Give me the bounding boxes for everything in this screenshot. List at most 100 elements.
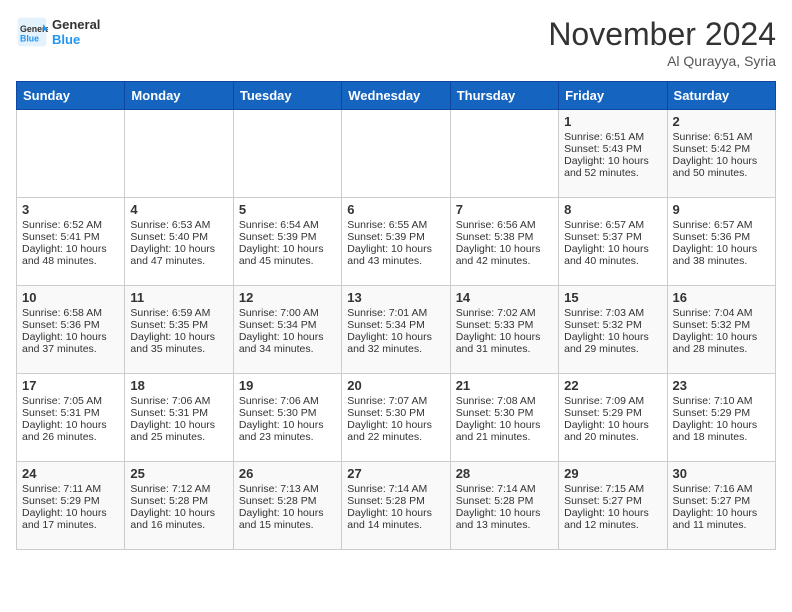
day-info: Daylight: 10 hours and 15 minutes. xyxy=(239,507,336,531)
day-number: 4 xyxy=(130,202,227,217)
calendar-cell: 24Sunrise: 7:11 AMSunset: 5:29 PMDayligh… xyxy=(17,462,125,550)
day-info: Sunrise: 7:14 AM xyxy=(347,483,444,495)
day-info: Sunset: 5:28 PM xyxy=(456,495,553,507)
calendar-week-row: 10Sunrise: 6:58 AMSunset: 5:36 PMDayligh… xyxy=(17,286,776,374)
calendar-cell xyxy=(450,110,558,198)
day-number: 27 xyxy=(347,466,444,481)
day-info: Sunset: 5:31 PM xyxy=(130,407,227,419)
day-info: Sunrise: 7:05 AM xyxy=(22,395,119,407)
weekday-header: Sunday xyxy=(17,82,125,110)
day-info: Daylight: 10 hours and 20 minutes. xyxy=(564,419,661,443)
day-number: 21 xyxy=(456,378,553,393)
day-info: Daylight: 10 hours and 23 minutes. xyxy=(239,419,336,443)
calendar-week-row: 24Sunrise: 7:11 AMSunset: 5:29 PMDayligh… xyxy=(17,462,776,550)
calendar-cell: 18Sunrise: 7:06 AMSunset: 5:31 PMDayligh… xyxy=(125,374,233,462)
page-header: General Blue General Blue November 2024 … xyxy=(16,16,776,69)
day-info: Daylight: 10 hours and 37 minutes. xyxy=(22,331,119,355)
logo-line2: Blue xyxy=(52,32,100,47)
day-info: Daylight: 10 hours and 35 minutes. xyxy=(130,331,227,355)
day-info: Sunset: 5:38 PM xyxy=(456,231,553,243)
calendar-cell: 10Sunrise: 6:58 AMSunset: 5:36 PMDayligh… xyxy=(17,286,125,374)
day-info: Sunset: 5:41 PM xyxy=(22,231,119,243)
day-info: Daylight: 10 hours and 25 minutes. xyxy=(130,419,227,443)
day-info: Sunset: 5:32 PM xyxy=(673,319,770,331)
day-info: Daylight: 10 hours and 31 minutes. xyxy=(456,331,553,355)
day-info: Daylight: 10 hours and 38 minutes. xyxy=(673,243,770,267)
day-info: Sunrise: 6:56 AM xyxy=(456,219,553,231)
day-info: Sunset: 5:31 PM xyxy=(22,407,119,419)
day-number: 5 xyxy=(239,202,336,217)
calendar-cell: 19Sunrise: 7:06 AMSunset: 5:30 PMDayligh… xyxy=(233,374,341,462)
day-info: Sunset: 5:27 PM xyxy=(673,495,770,507)
day-info: Daylight: 10 hours and 34 minutes. xyxy=(239,331,336,355)
day-number: 23 xyxy=(673,378,770,393)
weekday-header: Saturday xyxy=(667,82,775,110)
logo: General Blue General Blue xyxy=(16,16,100,48)
day-number: 14 xyxy=(456,290,553,305)
day-info: Sunrise: 6:51 AM xyxy=(564,131,661,143)
day-info: Sunset: 5:27 PM xyxy=(564,495,661,507)
day-info: Daylight: 10 hours and 26 minutes. xyxy=(22,419,119,443)
day-info: Sunrise: 7:16 AM xyxy=(673,483,770,495)
day-number: 2 xyxy=(673,114,770,129)
day-info: Sunset: 5:39 PM xyxy=(239,231,336,243)
day-info: Sunrise: 7:06 AM xyxy=(239,395,336,407)
day-number: 10 xyxy=(22,290,119,305)
day-info: Sunrise: 6:57 AM xyxy=(564,219,661,231)
day-number: 16 xyxy=(673,290,770,305)
day-info: Daylight: 10 hours and 28 minutes. xyxy=(673,331,770,355)
day-info: Sunrise: 7:06 AM xyxy=(130,395,227,407)
day-info: Sunrise: 7:12 AM xyxy=(130,483,227,495)
day-info: Sunrise: 7:15 AM xyxy=(564,483,661,495)
day-info: Daylight: 10 hours and 29 minutes. xyxy=(564,331,661,355)
day-info: Sunrise: 7:00 AM xyxy=(239,307,336,319)
day-info: Sunrise: 7:08 AM xyxy=(456,395,553,407)
day-number: 25 xyxy=(130,466,227,481)
day-info: Sunset: 5:34 PM xyxy=(239,319,336,331)
month-title: November 2024 xyxy=(548,16,776,53)
calendar-cell xyxy=(17,110,125,198)
calendar-cell xyxy=(233,110,341,198)
day-number: 7 xyxy=(456,202,553,217)
day-number: 1 xyxy=(564,114,661,129)
day-info: Sunrise: 6:59 AM xyxy=(130,307,227,319)
day-info: Daylight: 10 hours and 18 minutes. xyxy=(673,419,770,443)
calendar-table: SundayMondayTuesdayWednesdayThursdayFrid… xyxy=(16,81,776,550)
calendar-cell: 6Sunrise: 6:55 AMSunset: 5:39 PMDaylight… xyxy=(342,198,450,286)
calendar-cell: 16Sunrise: 7:04 AMSunset: 5:32 PMDayligh… xyxy=(667,286,775,374)
weekday-header: Monday xyxy=(125,82,233,110)
day-info: Daylight: 10 hours and 47 minutes. xyxy=(130,243,227,267)
day-info: Daylight: 10 hours and 21 minutes. xyxy=(456,419,553,443)
day-number: 9 xyxy=(673,202,770,217)
day-number: 26 xyxy=(239,466,336,481)
day-number: 24 xyxy=(22,466,119,481)
calendar-cell: 29Sunrise: 7:15 AMSunset: 5:27 PMDayligh… xyxy=(559,462,667,550)
day-info: Sunset: 5:28 PM xyxy=(239,495,336,507)
calendar-week-row: 3Sunrise: 6:52 AMSunset: 5:41 PMDaylight… xyxy=(17,198,776,286)
day-number: 11 xyxy=(130,290,227,305)
calendar-cell: 28Sunrise: 7:14 AMSunset: 5:28 PMDayligh… xyxy=(450,462,558,550)
day-info: Sunrise: 7:07 AM xyxy=(347,395,444,407)
day-info: Sunset: 5:28 PM xyxy=(347,495,444,507)
calendar-cell: 8Sunrise: 6:57 AMSunset: 5:37 PMDaylight… xyxy=(559,198,667,286)
calendar-cell: 15Sunrise: 7:03 AMSunset: 5:32 PMDayligh… xyxy=(559,286,667,374)
calendar-week-row: 1Sunrise: 6:51 AMSunset: 5:43 PMDaylight… xyxy=(17,110,776,198)
day-info: Daylight: 10 hours and 48 minutes. xyxy=(22,243,119,267)
day-info: Sunset: 5:32 PM xyxy=(564,319,661,331)
day-info: Sunset: 5:36 PM xyxy=(22,319,119,331)
calendar-cell: 30Sunrise: 7:16 AMSunset: 5:27 PMDayligh… xyxy=(667,462,775,550)
calendar-cell: 25Sunrise: 7:12 AMSunset: 5:28 PMDayligh… xyxy=(125,462,233,550)
logo-line1: General xyxy=(52,17,100,32)
day-info: Daylight: 10 hours and 42 minutes. xyxy=(456,243,553,267)
day-info: Sunrise: 6:54 AM xyxy=(239,219,336,231)
day-info: Daylight: 10 hours and 40 minutes. xyxy=(564,243,661,267)
calendar-cell: 17Sunrise: 7:05 AMSunset: 5:31 PMDayligh… xyxy=(17,374,125,462)
day-info: Daylight: 10 hours and 11 minutes. xyxy=(673,507,770,531)
calendar-cell: 4Sunrise: 6:53 AMSunset: 5:40 PMDaylight… xyxy=(125,198,233,286)
calendar-cell: 20Sunrise: 7:07 AMSunset: 5:30 PMDayligh… xyxy=(342,374,450,462)
day-number: 15 xyxy=(564,290,661,305)
day-number: 6 xyxy=(347,202,444,217)
calendar-cell xyxy=(125,110,233,198)
calendar-cell: 2Sunrise: 6:51 AMSunset: 5:42 PMDaylight… xyxy=(667,110,775,198)
day-info: Sunset: 5:28 PM xyxy=(130,495,227,507)
